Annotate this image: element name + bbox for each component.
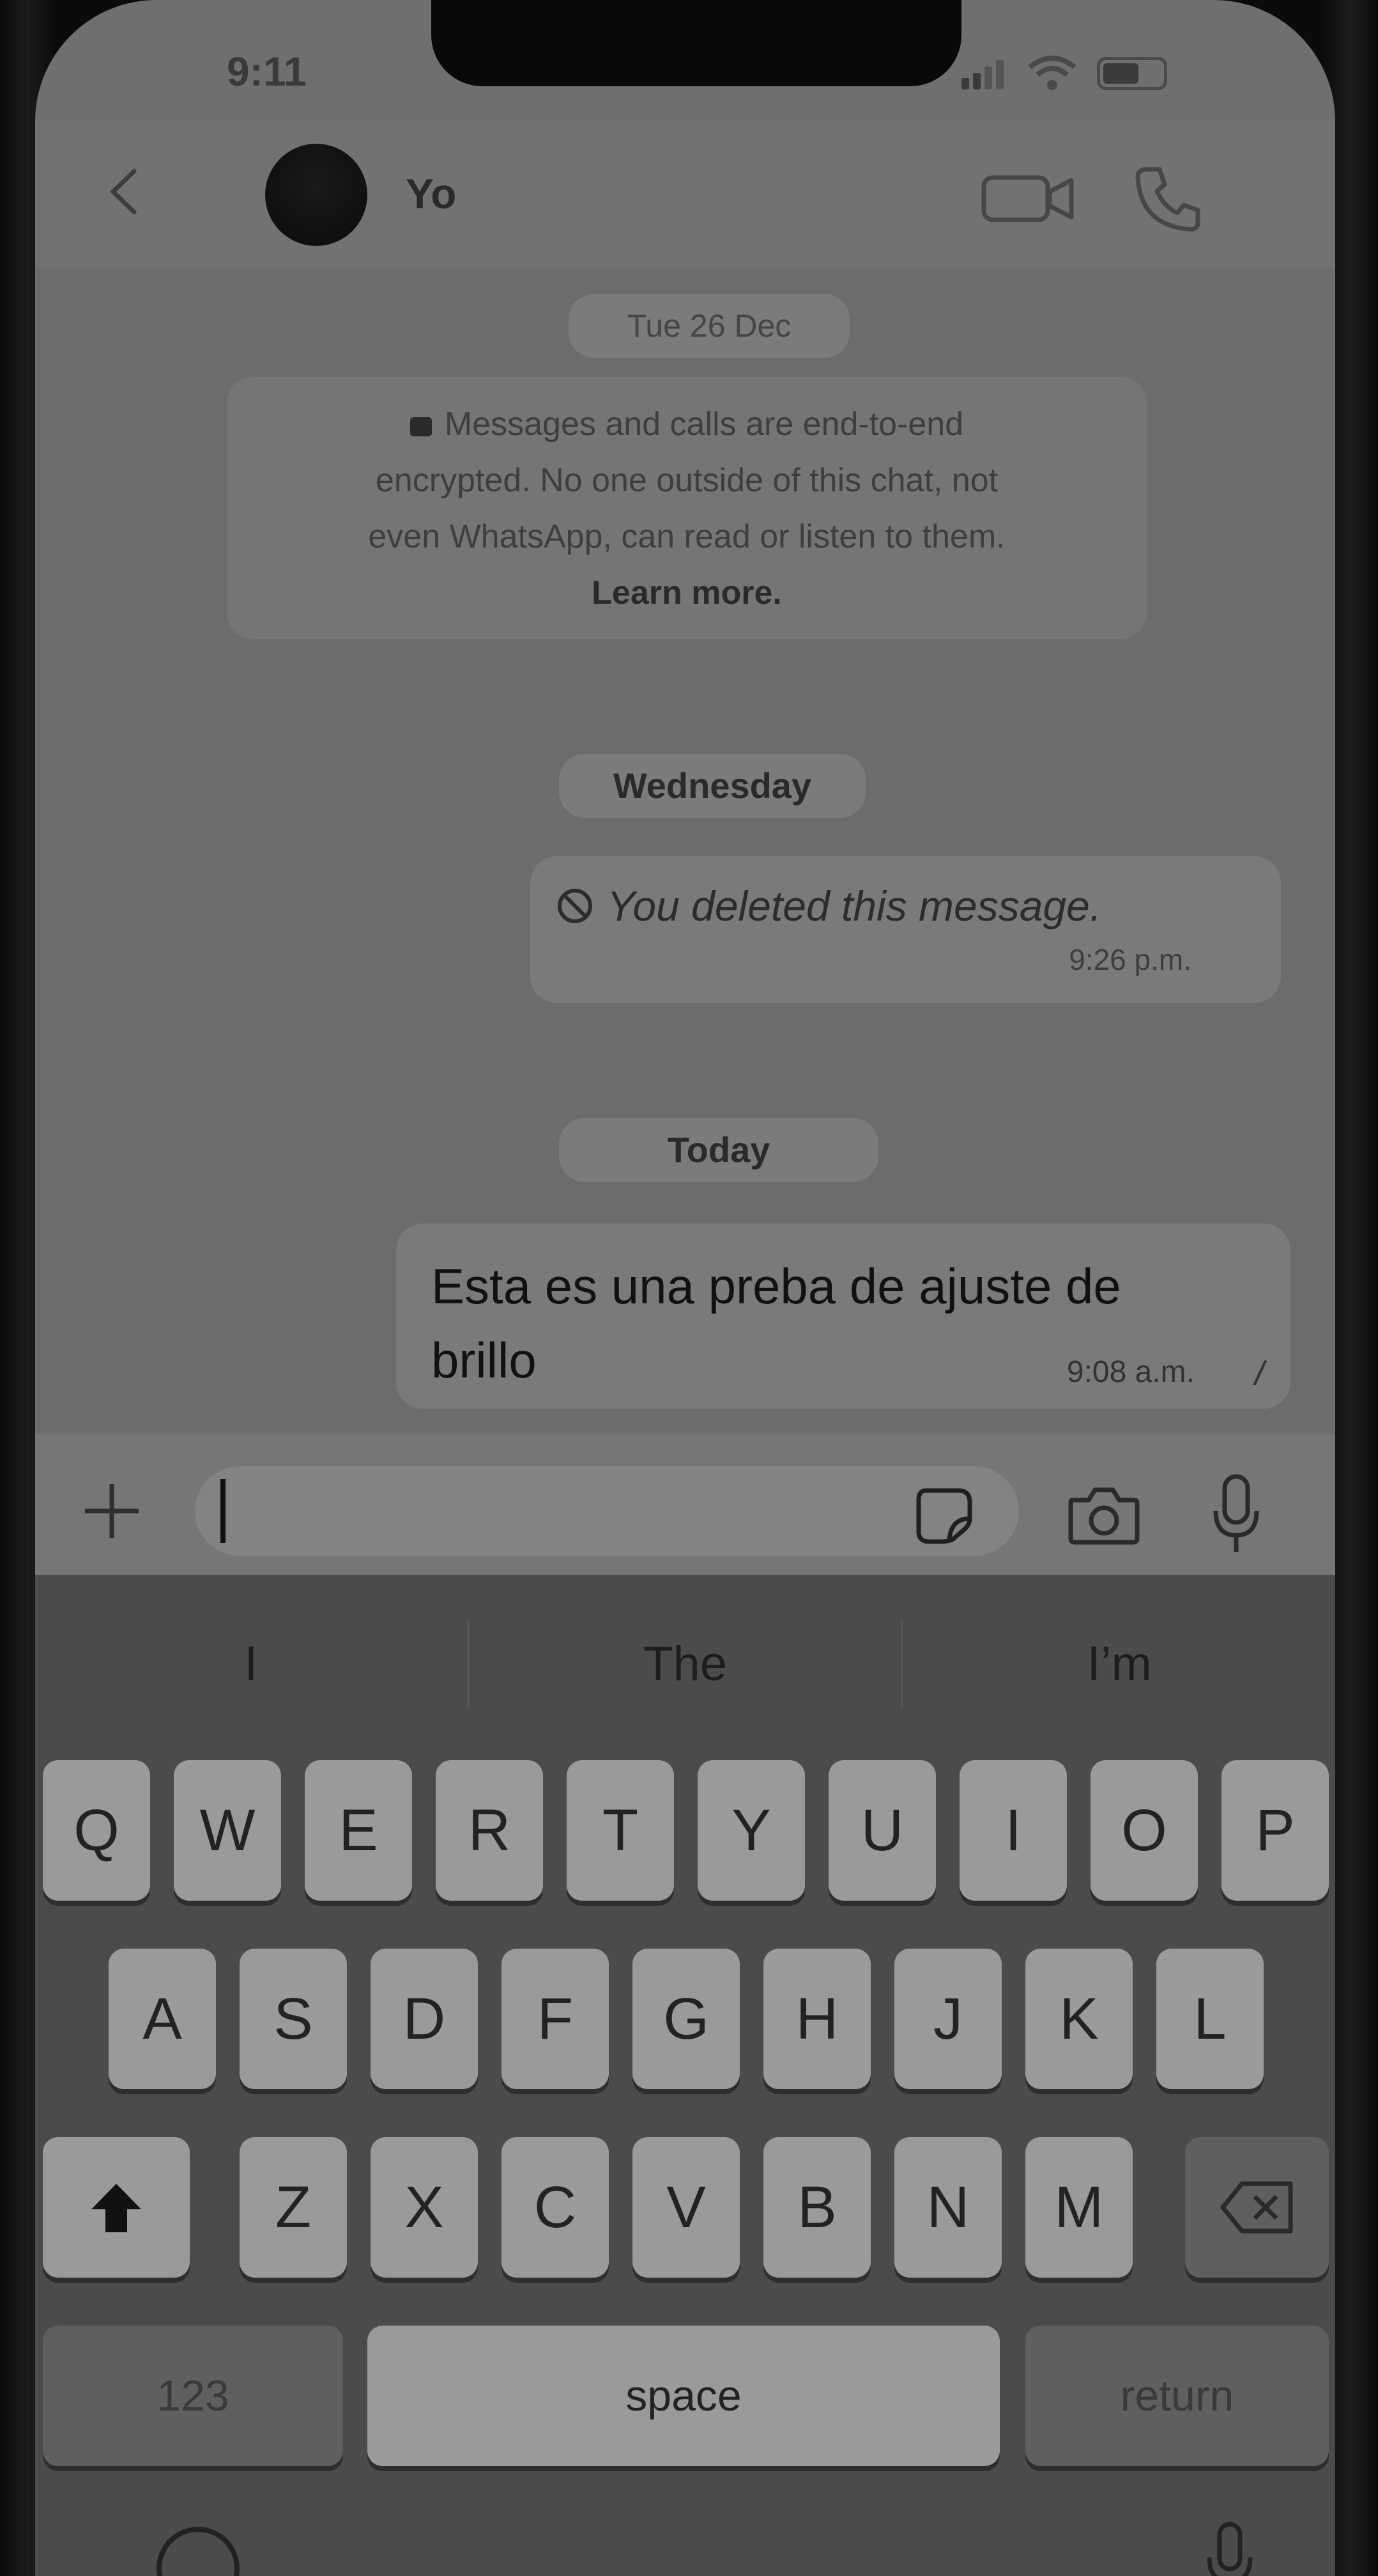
key-x[interactable]: X: [371, 2137, 478, 2278]
back-icon[interactable]: [99, 166, 150, 217]
space-key[interactable]: space: [367, 2326, 1000, 2466]
key-z[interactable]: Z: [240, 2137, 347, 2278]
delete-key[interactable]: [1185, 2137, 1329, 2278]
date-pill-wednesday: Wednesday: [559, 754, 866, 818]
keyboard: I The I’m Q W E R T Y U I O P A S D F G …: [35, 1575, 1335, 2576]
suggestion-2[interactable]: The: [470, 1620, 904, 1709]
shift-icon: [91, 2184, 141, 2232]
sent-message-bubble[interactable]: Esta es una preba de ajuste de brillo 9:…: [396, 1223, 1290, 1409]
key-b[interactable]: B: [763, 2137, 871, 2278]
key-e[interactable]: E: [305, 1760, 412, 1901]
key-w[interactable]: W: [174, 1760, 281, 1901]
dictation-icon[interactable]: [1204, 2520, 1255, 2576]
wifi-icon: [1028, 56, 1076, 90]
contact-name[interactable]: Yo: [406, 169, 456, 218]
key-a[interactable]: A: [109, 1949, 216, 2089]
key-h[interactable]: H: [763, 1949, 871, 2089]
microphone-icon[interactable]: [1211, 1473, 1262, 1556]
key-s[interactable]: S: [240, 1949, 347, 2089]
deleted-message-time: 9:26 p.m.: [1069, 943, 1191, 976]
sticker-icon[interactable]: [914, 1485, 974, 1546]
suggestion-bar: I The I’m: [35, 1620, 1335, 1709]
key-k[interactable]: K: [1025, 1949, 1133, 2089]
learn-more-link[interactable]: Learn more.: [227, 565, 1147, 621]
numbers-key[interactable]: 123: [43, 2326, 343, 2466]
encryption-line-1: Messages and calls are end-to-end: [227, 396, 1147, 452]
battery-icon: [1097, 57, 1167, 90]
status-time: 9:11: [227, 49, 307, 95]
text-cursor: [220, 1479, 226, 1543]
cellular-signal-icon: [961, 57, 1007, 89]
deleted-message-text: You deleted this message.: [607, 882, 1102, 930]
key-n[interactable]: N: [894, 2137, 1002, 2278]
avatar[interactable]: [265, 144, 367, 246]
key-q[interactable]: Q: [43, 1760, 150, 1901]
phone-call-icon[interactable]: [1134, 163, 1204, 233]
video-call-icon[interactable]: [981, 166, 1076, 230]
status-icons: [961, 54, 1167, 93]
return-key[interactable]: return: [1025, 2326, 1329, 2466]
key-m[interactable]: M: [1025, 2137, 1133, 2278]
key-j[interactable]: J: [894, 1949, 1002, 2089]
date-pill-tue-26-dec: Tue 26 Dec: [569, 294, 850, 358]
deleted-message-bubble[interactable]: You deleted this message. 9:26 p.m.: [530, 856, 1281, 1003]
key-v[interactable]: V: [632, 2137, 740, 2278]
suggestion-1[interactable]: I: [35, 1620, 470, 1709]
key-t[interactable]: T: [567, 1760, 674, 1901]
date-pill-today: Today: [559, 1118, 878, 1182]
deleted-message-icon: [558, 889, 592, 923]
emoji-icon[interactable]: [157, 2527, 240, 2576]
chat-area[interactable]: Tue 26 Dec Messages and calls are end-to…: [35, 268, 1335, 1438]
phone-screen: 9:11 Yo Tue 26 Dec Messages and calls ar…: [35, 0, 1335, 2576]
key-l[interactable]: L: [1156, 1949, 1264, 2089]
key-y[interactable]: Y: [698, 1760, 805, 1901]
key-p[interactable]: P: [1221, 1760, 1329, 1901]
input-bar: [35, 1434, 1335, 1575]
suggestion-3[interactable]: I’m: [903, 1620, 1335, 1709]
lock-icon: [410, 417, 432, 436]
notch: [431, 0, 961, 86]
phone-frame: 9:11 Yo Tue 26 Dec Messages and calls ar…: [0, 0, 1378, 2576]
shift-key[interactable]: [43, 2137, 190, 2278]
backspace-icon: [1220, 2181, 1292, 2234]
key-o[interactable]: O: [1091, 1760, 1198, 1901]
key-r[interactable]: R: [436, 1760, 543, 1901]
key-i[interactable]: I: [960, 1760, 1067, 1901]
key-g[interactable]: G: [632, 1949, 740, 2089]
encryption-notice[interactable]: Messages and calls are end-to-end encryp…: [227, 377, 1147, 639]
chat-header: Yo: [35, 121, 1335, 268]
key-u[interactable]: U: [829, 1760, 936, 1901]
sent-message-time: 9:08 a.m.: [1066, 1355, 1195, 1389]
encryption-line-2: encrypted. No one outside of this chat, …: [375, 462, 999, 499]
key-f[interactable]: F: [501, 1949, 609, 2089]
message-input[interactable]: [195, 1466, 1019, 1556]
plus-icon[interactable]: [80, 1479, 144, 1543]
key-c[interactable]: C: [501, 2137, 609, 2278]
camera-icon[interactable]: [1067, 1482, 1140, 1546]
encryption-line-3: even WhatsApp, can read or listen to the…: [368, 518, 1006, 555]
key-d[interactable]: D: [371, 1949, 478, 2089]
